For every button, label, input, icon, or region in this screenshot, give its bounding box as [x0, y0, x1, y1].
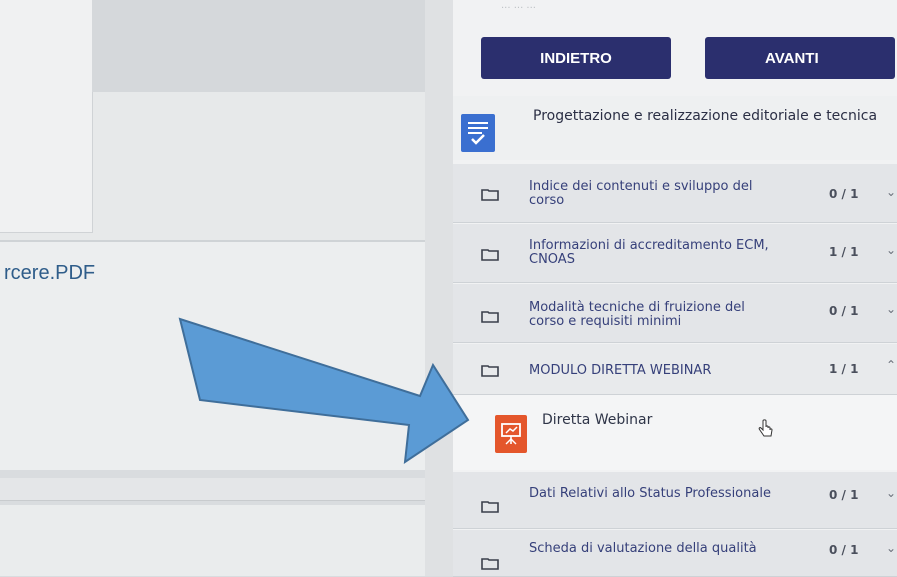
module-progress: 0 / 1	[829, 488, 859, 502]
pane-divider	[425, 0, 453, 576]
folder-icon	[481, 558, 499, 570]
chevron-down-icon[interactable]: ⌄	[886, 185, 896, 199]
presentation-icon	[495, 415, 527, 453]
chevron-down-icon[interactable]: ⌄	[886, 541, 896, 555]
chevron-down-icon[interactable]: ⌄	[886, 302, 896, 316]
course-sidebar: ... ... ... INDIETRO AVANTI Progettazion…	[453, 0, 897, 577]
module-progress: 0 / 1	[829, 543, 859, 557]
module-label: Dati Relativi allo Status Professionale	[529, 486, 771, 501]
module-progress: 0 / 1	[829, 304, 859, 318]
module-label: Modalità tecniche di fruizione del corso…	[529, 300, 745, 329]
module-item[interactable]: Dati Relativi allo Status Professionale …	[453, 472, 897, 529]
module-item[interactable]: Scheda di valutazione della qualità 0 / …	[453, 530, 897, 577]
module-item[interactable]: Informazioni di accreditamento ECM, CNOA…	[453, 224, 897, 283]
lesson-label: Diretta Webinar	[542, 412, 653, 428]
content-pane: rcere.PDF	[0, 0, 427, 576]
folder-icon	[481, 501, 499, 513]
module-item[interactable]: Indice dei contenuti e sviluppo del cors…	[453, 164, 897, 223]
module-label: MODULO DIRETTA WEBINAR	[529, 363, 712, 378]
section-header[interactable]	[453, 96, 897, 160]
module-label: Informazioni di accreditamento ECM, CNOA…	[529, 238, 769, 267]
module-progress: 0 / 1	[829, 187, 859, 201]
content-footer-bar	[0, 478, 425, 501]
chevron-down-icon[interactable]: ⌄	[886, 243, 896, 257]
preview-margin	[0, 0, 93, 233]
module-item-open[interactable]: MODULO DIRETTA WEBINAR 1 / 1 ⌃	[453, 344, 897, 395]
chevron-up-icon[interactable]: ⌃	[886, 358, 896, 372]
folder-icon	[481, 311, 499, 323]
document-preview	[0, 0, 427, 242]
module-item[interactable]: Modalità tecniche di fruizione del corso…	[453, 284, 897, 343]
document-check-icon	[461, 114, 495, 152]
module-progress: 1 / 1	[829, 245, 859, 259]
module-progress: 1 / 1	[829, 362, 859, 376]
chevron-down-icon[interactable]: ⌄	[886, 486, 896, 500]
next-button[interactable]: AVANTI	[705, 37, 895, 79]
sidebar-top-text: ... ... ...	[501, 0, 536, 11]
section-title: Progettazione e realizzazione editoriale…	[533, 108, 878, 124]
pdf-file-link[interactable]: rcere.PDF	[4, 262, 95, 285]
folder-icon	[481, 365, 499, 377]
back-button[interactable]: INDIETRO	[481, 37, 671, 79]
content-footer-area	[0, 505, 425, 576]
folder-icon	[481, 189, 499, 201]
lesson-item-diretta-webinar[interactable]: Diretta Webinar	[453, 395, 897, 470]
module-label: Indice dei contenuti e sviluppo del cors…	[529, 179, 753, 208]
hand-cursor-icon	[758, 419, 773, 437]
preview-header	[92, 0, 425, 92]
folder-icon	[481, 249, 499, 261]
module-label: Scheda di valutazione della qualità	[529, 541, 757, 556]
